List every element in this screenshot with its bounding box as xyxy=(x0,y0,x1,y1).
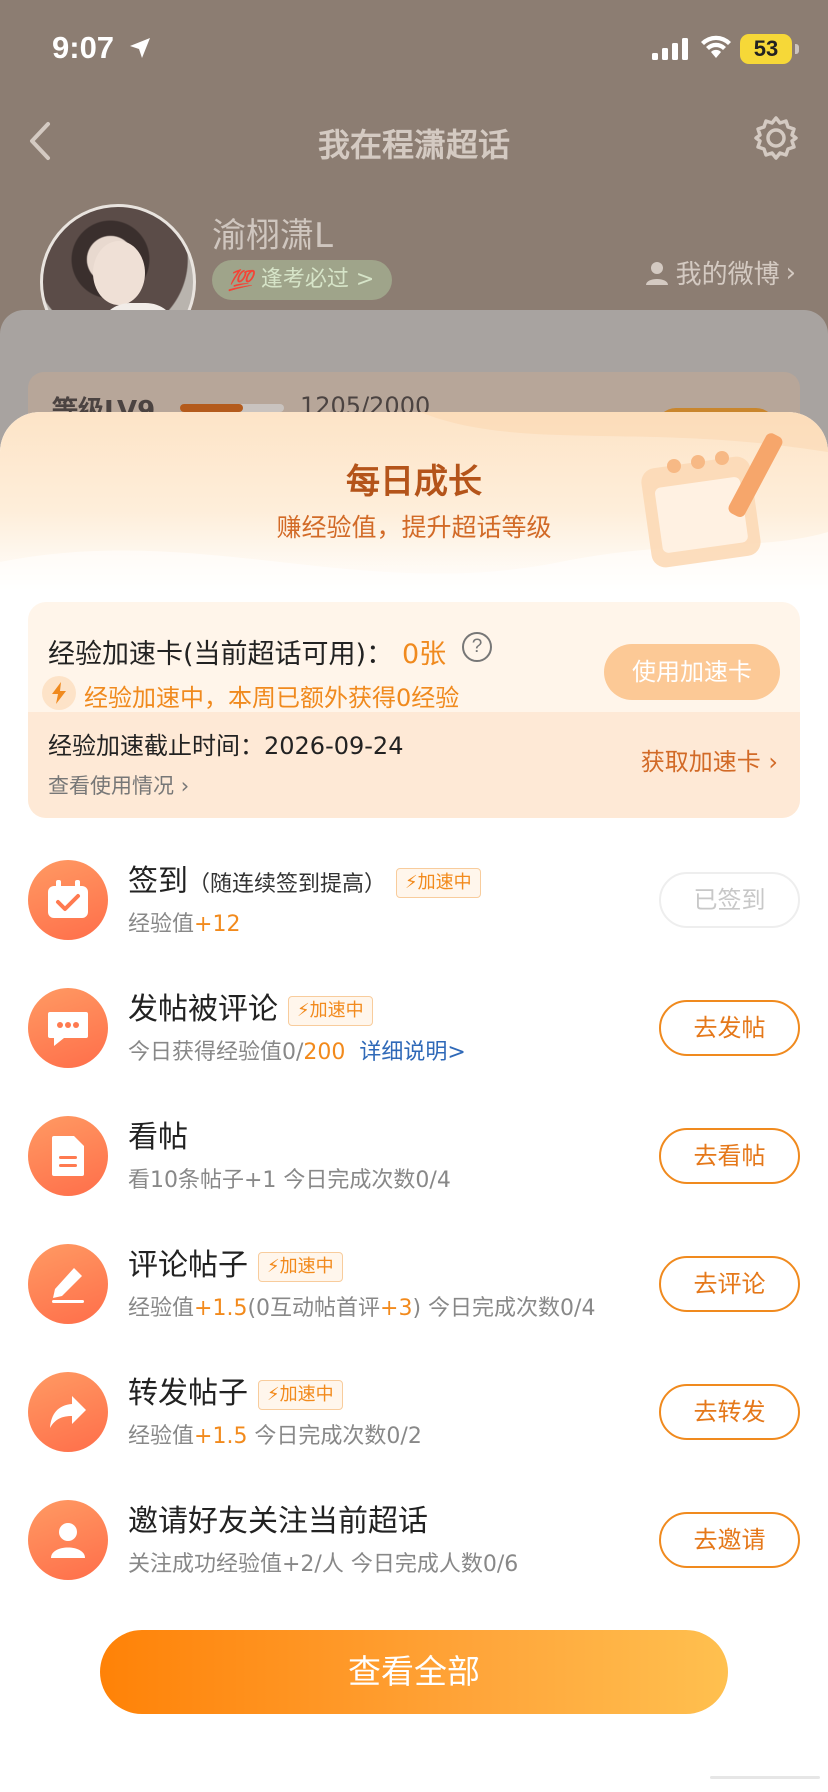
task-description: 今日获得经验值0/200 详细说明> xyxy=(128,1034,466,1066)
task-desc-value: 200 xyxy=(303,1040,346,1065)
task-desc-prefix: 经验值 xyxy=(128,1424,195,1449)
boost-badge-label: 加速中 xyxy=(279,1383,334,1405)
signed-in-button[interactable]: 已签到 xyxy=(659,872,800,928)
sheet-title: 每日成长 xyxy=(346,462,482,502)
document-icon xyxy=(28,1116,108,1196)
user-icon xyxy=(28,1500,108,1580)
task-name: 签到（随连续签到提高） ⚡加速中 xyxy=(128,856,481,900)
chevron-right-icon: › xyxy=(180,774,190,798)
chevron-right-icon: › xyxy=(768,748,778,776)
boost-badge: ⚡加速中 xyxy=(396,867,481,898)
task-desc-prefix: 看10条帖子+1 今日完成次数0/4 xyxy=(128,1168,451,1193)
task-desc-value: +1.5 xyxy=(194,1296,248,1321)
page-title: 我在程潇超话 xyxy=(317,126,510,164)
task-row-sign-in: 签到（随连续签到提高） ⚡加速中 经验值+12 已签到 xyxy=(0,850,828,950)
task-description: 关注成功经验值+2/人 今日完成人数0/6 xyxy=(128,1546,518,1578)
boost-card: 经验加速卡(当前超话可用)： 0张 ? 经验加速中，本周已额外获得0经验 使用加… xyxy=(28,602,800,818)
task-desc-mid: (0互动帖首评 xyxy=(247,1296,381,1321)
sheet-subtitle: 赚经验值，提升超话等级 xyxy=(276,513,552,542)
wifi-icon xyxy=(701,35,731,58)
task-title: 评论帖子 xyxy=(128,1248,248,1283)
lightning-icon xyxy=(42,676,76,710)
chevron-right-icon: › xyxy=(785,257,796,288)
boost-badge-label: 加速中 xyxy=(417,871,472,893)
boost-card-count: 0张 xyxy=(402,639,447,670)
boost-badge: ⚡加速中 xyxy=(288,995,373,1026)
task-desc-value-2: +3 xyxy=(380,1296,413,1321)
task-description: 看10条帖子+1 今日完成次数0/4 xyxy=(128,1162,451,1194)
get-boost-card-label: 获取加速卡 xyxy=(640,748,761,776)
task-desc-value: +1.5 xyxy=(194,1424,248,1449)
user-tag-badge[interactable]: 💯 逢考必过 > xyxy=(212,260,393,300)
task-desc-prefix: 关注成功经验值+2/人 今日完成人数0/6 xyxy=(128,1552,519,1577)
boost-deadline: 经验加速截止时间：2026-09-24 xyxy=(48,732,404,760)
view-all-button[interactable]: 查看全部 xyxy=(100,1630,728,1714)
view-usage-label: 查看使用情况 xyxy=(48,774,174,798)
task-desc-prefix: 经验值 xyxy=(128,912,195,937)
use-boost-card-button[interactable]: 使用加速卡 xyxy=(604,644,780,700)
go-invite-button[interactable]: 去邀请 xyxy=(659,1512,800,1568)
task-title: 邀请好友关注当前超话 xyxy=(128,1504,428,1539)
my-weibo-link[interactable]: 我的微博 › xyxy=(644,254,796,291)
view-usage-link[interactable]: 查看使用情况 › xyxy=(48,770,189,800)
share-arrow-icon xyxy=(28,1372,108,1452)
task-name: 邀请好友关注当前超话 xyxy=(128,1496,428,1540)
user-tag-label: 逢考必过 > xyxy=(260,267,375,292)
task-row-post-commented: 发帖被评论 ⚡加速中 今日获得经验值0/200 详细说明> 去发帖 xyxy=(0,978,828,1078)
watermark-decoration xyxy=(710,1776,820,1779)
task-name: 评论帖子 ⚡加速中 xyxy=(128,1240,343,1284)
boost-status-text: 经验加速中，本周已额外获得0经验 xyxy=(84,684,460,712)
user-outline-icon xyxy=(645,261,668,285)
boost-badge: ⚡加速中 xyxy=(258,1251,343,1282)
task-title: 发帖被评论 xyxy=(128,992,278,1027)
status-time: 9:07 xyxy=(52,30,115,65)
task-name: 转发帖子 ⚡加速中 xyxy=(128,1368,343,1412)
level-progress-fill xyxy=(180,404,243,412)
status-bar: 9:07 53 xyxy=(0,0,828,100)
task-description: 经验值+1.5 今日完成次数0/2 xyxy=(128,1418,422,1450)
help-icon[interactable]: ? xyxy=(462,632,492,662)
boost-badge-label: 加速中 xyxy=(279,1255,334,1277)
daily-growth-sheet: 每日成长 赚经验值，提升超话等级 经验加速卡(当前超话可用)： 0张 ? 经验加… xyxy=(0,412,828,1792)
task-row-invite-friends: 邀请好友关注当前超话 关注成功经验值+2/人 今日完成人数0/6 去邀请 xyxy=(0,1490,828,1590)
go-post-button[interactable]: 去发帖 xyxy=(659,1000,800,1056)
task-name: 看帖 xyxy=(128,1112,188,1156)
task-title: 签到 xyxy=(128,864,188,899)
task-desc-prefix: 经验值 xyxy=(128,1296,195,1321)
task-title: 转发帖子 xyxy=(128,1376,248,1411)
task-description: 经验值+1.5(0互动帖首评+3) 今日完成次数0/4 xyxy=(128,1290,595,1322)
boost-badge-label: 加速中 xyxy=(309,999,364,1021)
battery-indicator: 53 xyxy=(740,34,799,64)
task-row-comment-posts: 评论帖子 ⚡加速中 经验值+1.5(0互动帖首评+3) 今日完成次数0/4 去评论 xyxy=(0,1234,828,1334)
my-weibo-label: 我的微博 xyxy=(675,260,780,290)
task-desc-value: +12 xyxy=(194,912,241,937)
cellular-signal-icon xyxy=(652,38,688,60)
task-desc-prefix: 今日获得经验值0/ xyxy=(128,1040,304,1065)
gear-icon[interactable] xyxy=(752,114,800,162)
pencil-icon xyxy=(28,1244,108,1324)
level-progress-bar xyxy=(180,404,284,412)
username: 渝栩潇L xyxy=(212,216,333,256)
boost-badge: ⚡加速中 xyxy=(258,1379,343,1410)
hundred-points-icon: 💯 xyxy=(228,268,253,292)
task-row-view-posts: 看帖 看10条帖子+1 今日完成次数0/4 去看帖 xyxy=(0,1106,828,1206)
get-boost-card-link[interactable]: 获取加速卡 › xyxy=(641,742,778,777)
task-row-repost: 转发帖子 ⚡加速中 经验值+1.5 今日完成次数0/2 去转发 xyxy=(0,1362,828,1462)
go-repost-button[interactable]: 去转发 xyxy=(659,1384,800,1440)
go-view-button[interactable]: 去看帖 xyxy=(659,1128,800,1184)
avatar-face xyxy=(93,241,145,305)
task-title: 看帖 xyxy=(128,1120,188,1155)
location-arrow-icon xyxy=(130,38,150,58)
task-name: 发帖被评论 ⚡加速中 xyxy=(128,984,373,1028)
chat-bubble-icon xyxy=(28,988,108,1068)
detail-link[interactable]: 详细说明> xyxy=(359,1040,465,1065)
go-comment-button[interactable]: 去评论 xyxy=(659,1256,800,1312)
task-desc-suffix: 今日完成次数0/2 xyxy=(247,1424,422,1449)
task-description: 经验值+12 xyxy=(128,906,240,938)
task-note: （随连续签到提高） xyxy=(188,872,387,897)
calendar-check-icon xyxy=(28,860,108,940)
boost-card-title: 经验加速卡(当前超话可用)： xyxy=(48,639,394,670)
task-desc-suffix: ) 今日完成次数0/4 xyxy=(412,1296,596,1321)
